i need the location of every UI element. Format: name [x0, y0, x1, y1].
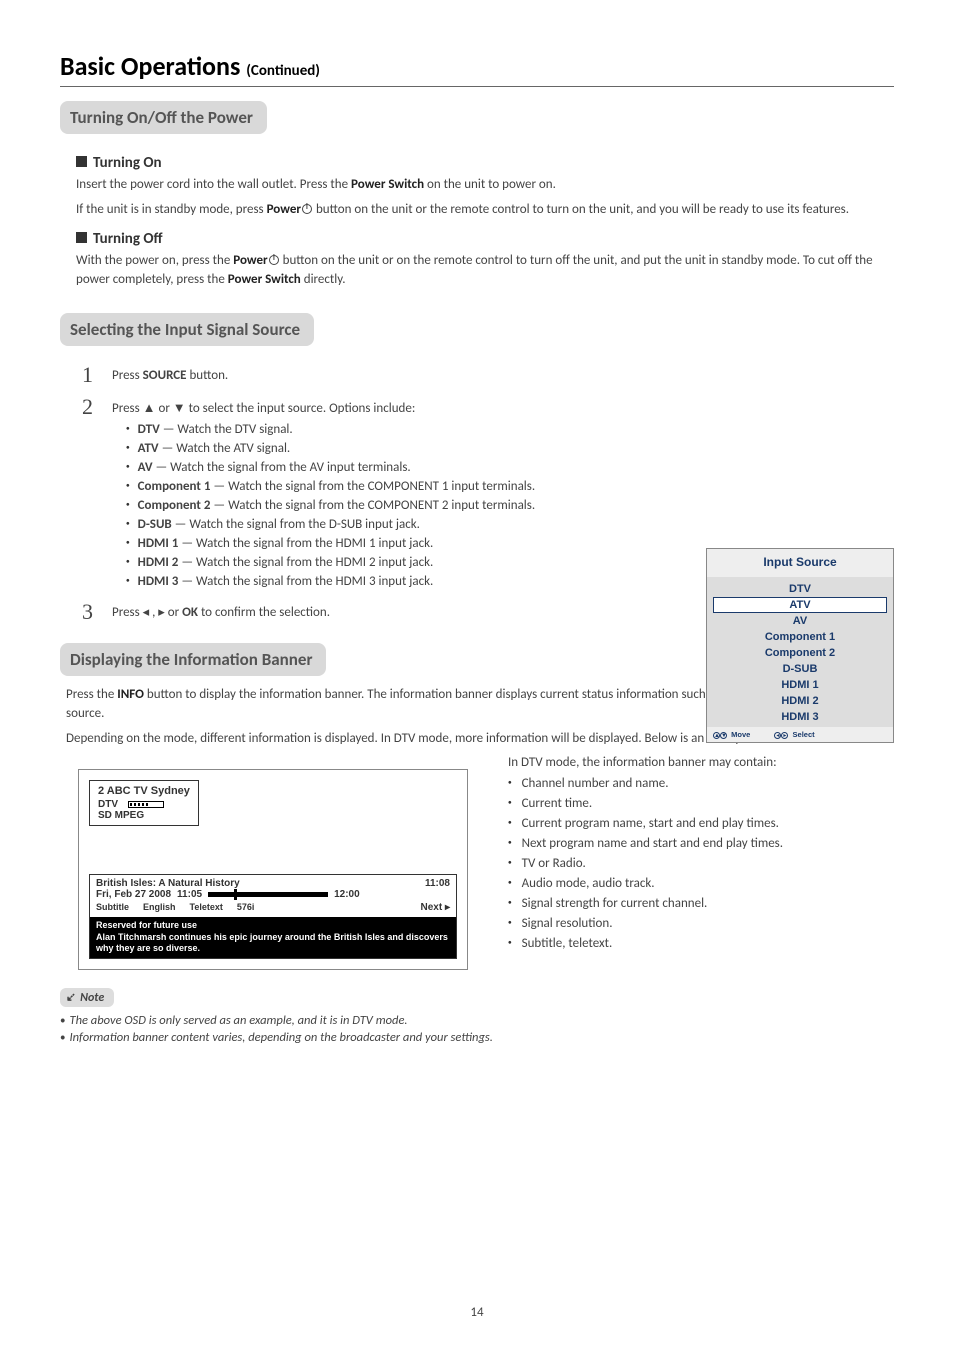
osd-item: AV — [707, 613, 893, 629]
progress-bar-icon — [208, 892, 328, 897]
text: on the unit to power on. — [424, 177, 556, 192]
text: button on the unit or the remote control… — [313, 202, 849, 217]
osd-item: HDMI 3 — [707, 709, 893, 725]
banner-info-item: Channel number and name. — [508, 776, 894, 791]
input-option: HDMI 3 — Watch the signal from the HDMI … — [126, 574, 672, 589]
text: Press ◂ , ▸ or — [112, 605, 182, 620]
bold: Power Switch — [228, 272, 301, 287]
power-icon — [269, 255, 279, 265]
title-suffix: (Continued) — [246, 62, 320, 80]
banner-info-item: Next program name and start and end play… — [508, 836, 894, 851]
power-icon — [302, 204, 312, 214]
input-option: AV — Watch the signal from the AV input … — [126, 460, 672, 475]
input-option: DTV — Watch the DTV signal. — [126, 422, 672, 437]
text: Press ▲ or ▼ to select the input source.… — [112, 401, 415, 416]
section-heading-power: Turning On/Off the Power — [60, 101, 267, 134]
input-option: Component 2 — Watch the signal from the … — [126, 498, 672, 513]
turning-on-p2: If the unit is in standby mode, press Po… — [76, 201, 894, 220]
banner-info-item: Subtitle, teletext. — [508, 936, 894, 951]
banner-desc1: Reserved for future use — [96, 920, 450, 932]
osd-item: D-SUB — [707, 661, 893, 677]
page-title: Basic Operations (Continued) — [60, 50, 894, 82]
osd-input-source-panel: Input Source DTVATVAVComponent 1Componen… — [706, 548, 894, 743]
bold: Power — [233, 253, 267, 268]
banner-info-intro: In DTV mode, the information banner may … — [508, 755, 894, 770]
osd-select-label: Select — [793, 730, 815, 739]
text: to confirm the selection. — [198, 605, 330, 620]
banner-mode: DTV — [98, 799, 118, 810]
input-option: D-SUB — Watch the signal from the D-SUB … — [126, 517, 672, 532]
osd-title: Input Source — [707, 549, 893, 577]
input-option: ATV — Watch the ATV signal. — [126, 441, 672, 456]
note-2: Information banner content varies, depen… — [60, 1030, 894, 1045]
input-option: HDMI 1 — Watch the signal from the HDMI … — [126, 536, 672, 551]
note-1: The above OSD is only served as an examp… — [60, 1013, 894, 1028]
step-number: 1 — [82, 362, 112, 388]
text: button. — [187, 368, 229, 383]
page-number: 14 — [0, 1305, 954, 1320]
banner-bottom: British Isles: A Natural History 11:08 F… — [89, 874, 457, 959]
banner-info-item: Current time. — [508, 796, 894, 811]
osd-move-label: Move — [731, 730, 750, 739]
step-number: 3 — [82, 599, 112, 625]
banner-desc: Reserved for future use Alan Titchmarsh … — [90, 917, 456, 958]
banner-teletext: Teletext — [190, 902, 223, 913]
osd-list: DTVATVAVComponent 1Component 2D-SUBHDMI … — [707, 577, 893, 727]
banner-info-item: Signal strength for current channel. — [508, 896, 894, 911]
osd-item: Component 1 — [707, 629, 893, 645]
text: directly. — [301, 272, 346, 287]
signal-bar-icon — [128, 801, 164, 808]
text: If the unit is in standby mode, press — [76, 202, 267, 217]
text: With the power on, press the — [76, 253, 233, 268]
osd-item: Component 2 — [707, 645, 893, 661]
bold: Power — [267, 202, 301, 217]
osd-item: HDMI 1 — [707, 677, 893, 693]
title-main: Basic Operations — [60, 50, 240, 82]
banner-info-item: Current program name, start and end play… — [508, 816, 894, 831]
text: Insert the power cord into the wall outl… — [76, 177, 351, 192]
banner-info-item: Signal resolution. — [508, 916, 894, 931]
banner-end-time: 11:08 — [425, 878, 450, 889]
info-banner-example: 2 ABC TV Sydney DTV SD MPEG British Isle… — [78, 769, 468, 970]
input-option: Component 1 — Watch the signal from the … — [126, 479, 672, 494]
section-heading-input: Selecting the Input Signal Source — [60, 313, 314, 346]
input-option: HDMI 2 — Watch the signal from the HDMI … — [126, 555, 672, 570]
osd-item: HDMI 2 — [707, 693, 893, 709]
bold: SOURCE — [143, 368, 187, 383]
bold: OK — [182, 605, 198, 620]
banner-info-item: TV or Radio. — [508, 856, 894, 871]
osd-footer: ▲▼ Move ◂▸ Select — [707, 727, 893, 742]
banner-mid-time: 12:00 — [334, 889, 360, 900]
banner-lang: English — [143, 902, 176, 913]
turning-on-p1: Insert the power cord into the wall outl… — [76, 176, 894, 195]
banner-info-list: Channel number and name. Current time. Cur… — [508, 776, 894, 951]
step-number: 2 — [82, 394, 112, 420]
osd-item: ATV — [713, 597, 887, 613]
banner-next: Next ▸ — [421, 902, 450, 913]
note-label: Note — [60, 988, 114, 1007]
banner-info-item: Audio mode, audio track. — [508, 876, 894, 891]
input-options-list: DTV — Watch the DTV signal. ATV — Watch t… — [126, 422, 672, 589]
osd-item: DTV — [707, 581, 893, 597]
subhead-turning-on: Turning On — [76, 154, 894, 172]
banner-subtitle: Subtitle — [96, 902, 129, 913]
banner-prog: British Isles: A Natural History — [96, 878, 240, 889]
banner-date: Fri, Feb 27 2008 — [96, 889, 171, 900]
text: Press the — [66, 687, 117, 702]
banner-info-list-col: In DTV mode, the information banner may … — [508, 755, 894, 956]
banner-desc2: Alan Titchmarsh continues his epic journ… — [96, 932, 450, 955]
step-1: 1 Press SOURCE button. — [82, 362, 894, 388]
banner-channel: 2 ABC TV Sydney — [98, 785, 190, 797]
title-rule — [60, 86, 894, 87]
banner-top: 2 ABC TV Sydney DTV SD MPEG — [89, 780, 199, 826]
turning-off-p: With the power on, press the Power butto… — [76, 252, 894, 290]
bold: INFO — [117, 687, 144, 702]
banner-res: 576i — [237, 902, 255, 913]
subhead-turning-off: Turning Off — [76, 230, 894, 248]
text: Press — [112, 368, 143, 383]
section-heading-banner: Displaying the Information Banner — [60, 643, 326, 676]
banner-start-time: 11:05 — [177, 889, 202, 900]
bold: Power Switch — [351, 177, 424, 192]
banner-sd: SD MPEG — [98, 810, 190, 821]
